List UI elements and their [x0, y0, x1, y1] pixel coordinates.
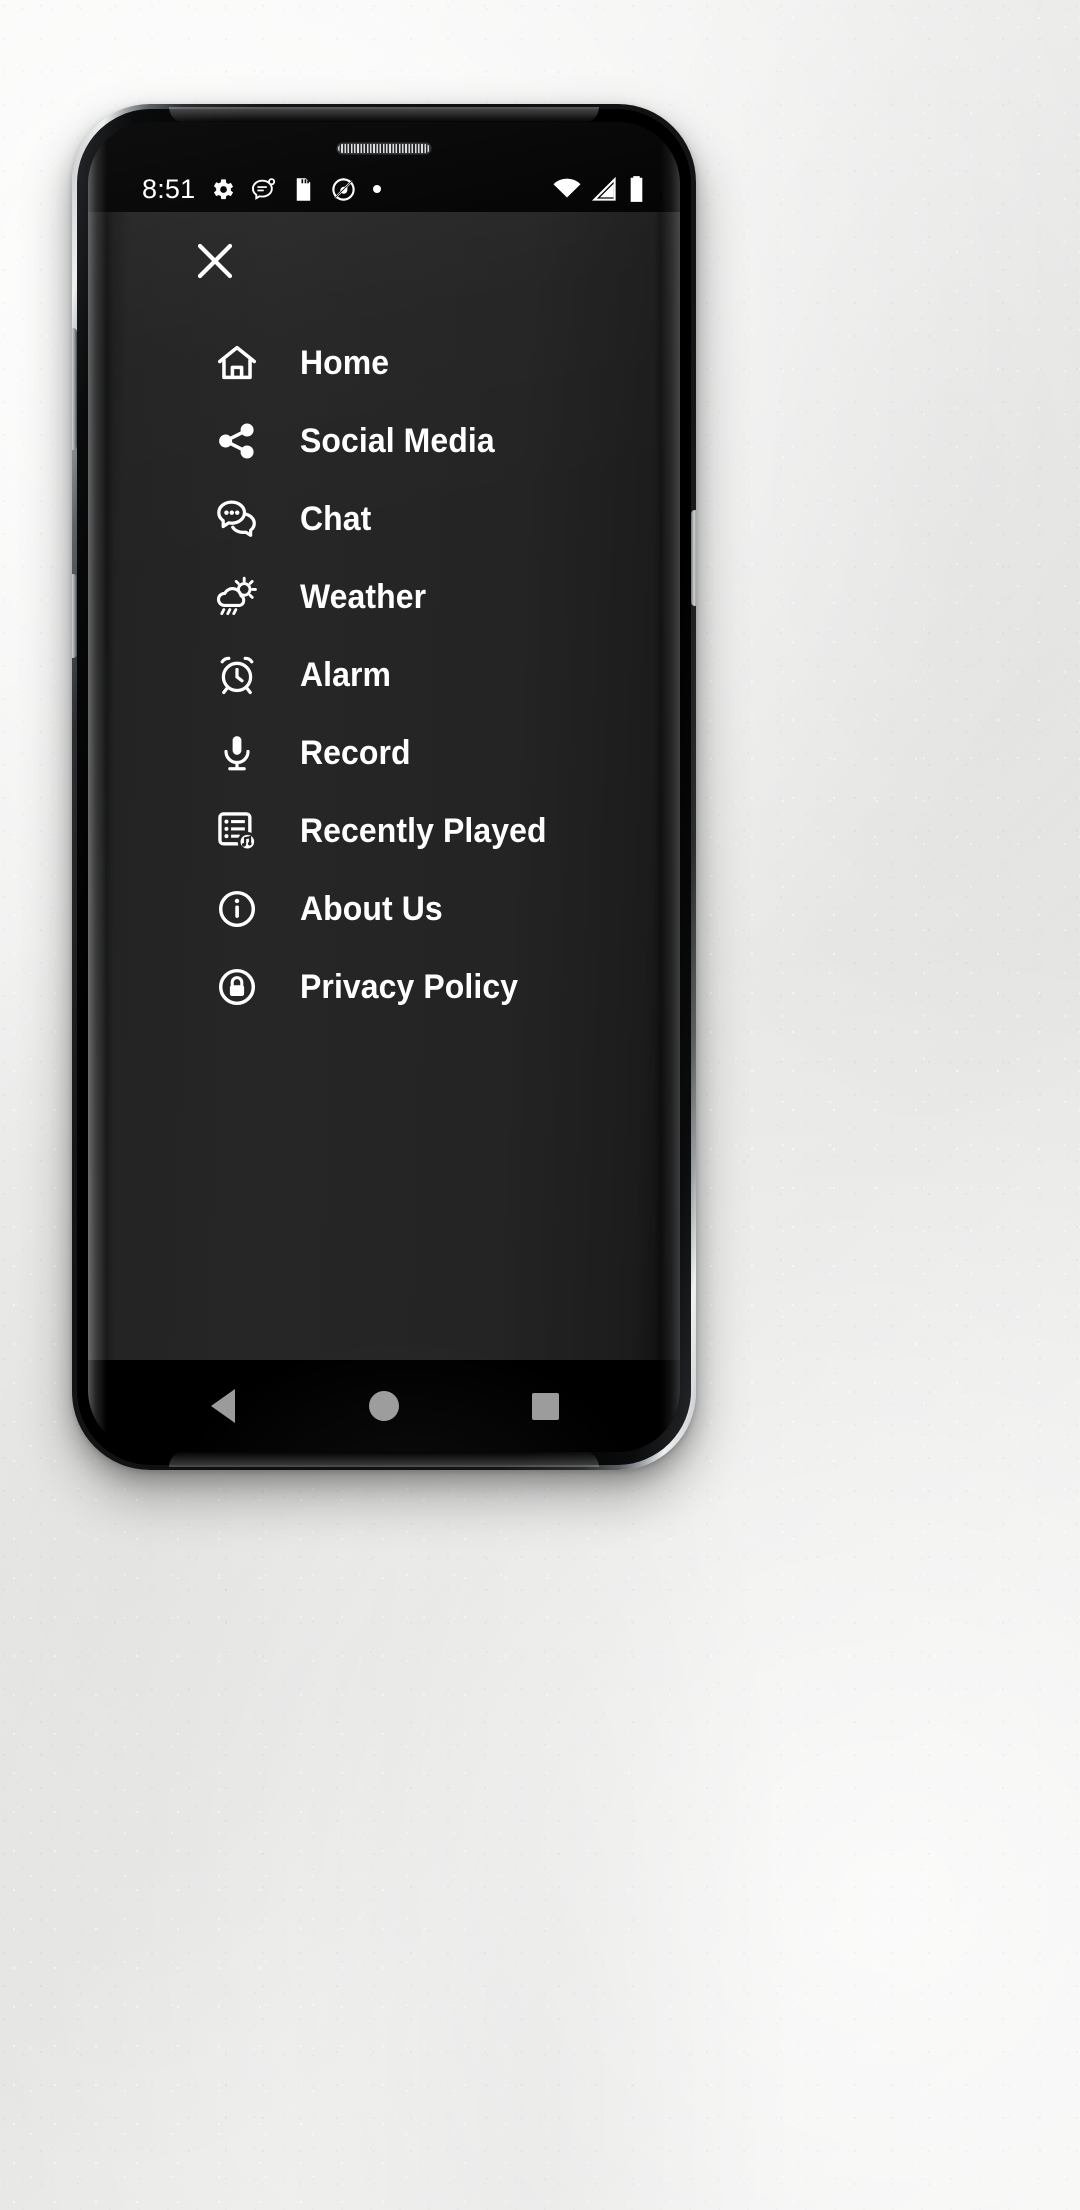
menu-item-label: Recently Played: [300, 811, 547, 850]
lock-circle-icon: [206, 961, 268, 1013]
recents-square-icon[interactable]: [510, 1371, 580, 1441]
bezel-highlight-top: [169, 107, 599, 123]
power-button[interactable]: [691, 510, 696, 606]
bezel-highlight-bottom: [169, 1451, 599, 1467]
android-nav-bar: [88, 1360, 680, 1452]
menu-item-label: About Us: [300, 889, 443, 928]
volume-button[interactable]: [72, 574, 77, 658]
message-bubble-icon: [250, 176, 277, 203]
phone-screen: 8:51 Home Social Media Chat Weather Alar…: [88, 122, 680, 1452]
sun-cloud-rain-icon: [206, 571, 268, 623]
wifi-icon: [552, 177, 582, 201]
close-icon[interactable]: [188, 234, 242, 288]
status-bar-right: [552, 175, 646, 203]
status-bar: 8:51: [88, 166, 680, 212]
alarm-clock-icon: [206, 649, 268, 701]
menu-item-label: Record: [300, 733, 411, 772]
phone-device: 8:51 Home Social Media Chat Weather Alar…: [72, 104, 696, 1470]
menu-item-label: Chat: [300, 499, 372, 538]
settings-gear-icon: [209, 176, 236, 203]
sync-disabled-icon: [330, 176, 357, 203]
earpiece-speaker: [338, 144, 430, 153]
menu-item-chat[interactable]: Chat: [88, 480, 680, 558]
menu-item-alarm[interactable]: Alarm: [88, 636, 680, 714]
home-circle-icon[interactable]: [349, 1371, 419, 1441]
home-icon: [206, 337, 268, 389]
share-icon: [206, 415, 268, 467]
navigation-drawer: Home Social Media Chat Weather Alarm Rec…: [88, 212, 680, 1360]
status-bar-left: 8:51: [142, 173, 383, 204]
menu-item-label: Weather: [300, 577, 427, 616]
signal-icon: [591, 176, 618, 203]
info-circle-icon: [206, 883, 268, 935]
status-bar-clock: 8:51: [142, 173, 196, 204]
dot-icon: [371, 183, 383, 195]
menu-item-label: Privacy Policy: [300, 967, 519, 1006]
menu-item-home[interactable]: Home: [88, 324, 680, 402]
menu-item-label: Home: [300, 343, 390, 382]
battery-icon: [627, 175, 646, 203]
sd-card-icon: [291, 176, 316, 203]
menu-item-privacy-policy[interactable]: Privacy Policy: [88, 948, 680, 1026]
menu-item-about-us[interactable]: About Us: [88, 870, 680, 948]
playlist-music-icon: [206, 805, 268, 857]
menu-item-weather[interactable]: Weather: [88, 558, 680, 636]
drawer-menu: Home Social Media Chat Weather Alarm Rec…: [88, 324, 680, 1026]
chat-bubbles-icon: [206, 493, 268, 545]
back-triangle-icon[interactable]: [188, 1371, 258, 1441]
menu-item-record[interactable]: Record: [88, 714, 680, 792]
menu-item-social-media[interactable]: Social Media: [88, 402, 680, 480]
menu-item-recently-played[interactable]: Recently Played: [88, 792, 680, 870]
menu-item-label: Alarm: [300, 655, 392, 694]
menu-item-label: Social Media: [300, 421, 495, 460]
microphone-icon: [206, 727, 268, 779]
bixby-button[interactable]: [72, 328, 77, 450]
